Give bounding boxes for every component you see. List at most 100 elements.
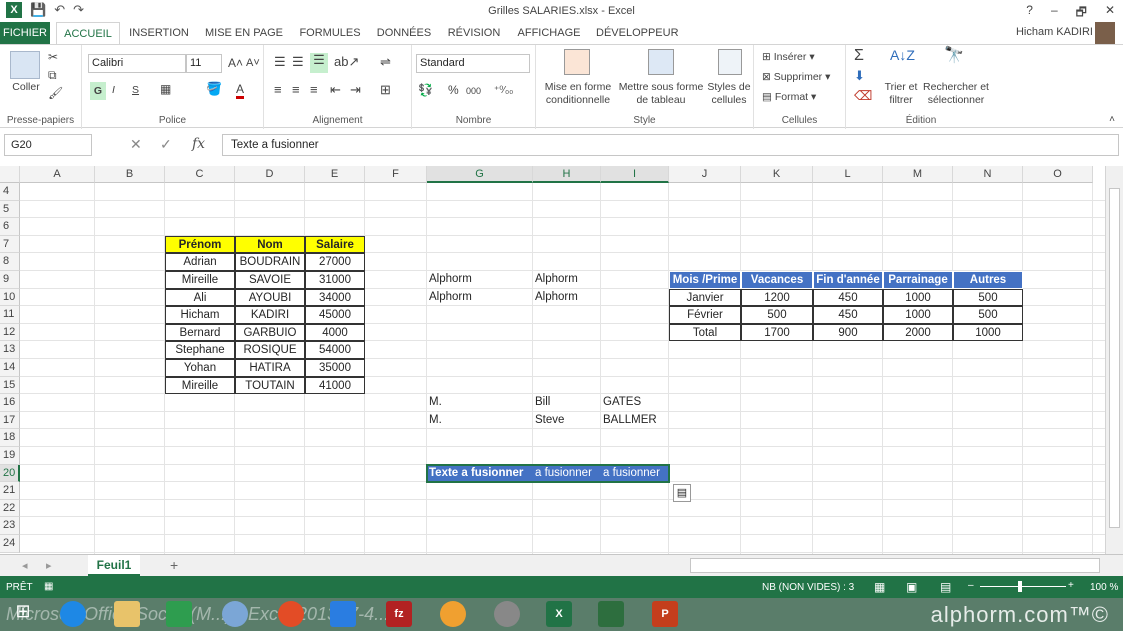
restore-button[interactable]: 🗗 [1076, 3, 1087, 24]
table2-cell[interactable]: 500 [953, 306, 1023, 324]
fill-icon[interactable]: ⬇ [854, 69, 865, 82]
table2-header[interactable]: Vacances [741, 271, 813, 289]
underline-button[interactable]: S [132, 84, 139, 97]
table2-cell[interactable]: 2000 [883, 323, 953, 342]
row-header-12[interactable]: 12 [0, 323, 20, 342]
table1-cell[interactable]: Bernard [165, 323, 235, 342]
add-sheet-button[interactable]: + [170, 557, 178, 573]
paste-button[interactable]: Coller [6, 81, 46, 94]
column-header-a[interactable]: A [20, 166, 95, 183]
table1-cell[interactable]: GARBUIO [235, 323, 305, 342]
table1-cell[interactable]: 34000 [305, 288, 365, 307]
zoom-in-icon[interactable]: + [1068, 580, 1074, 591]
column-header-j[interactable]: J [669, 166, 741, 183]
table1-header[interactable]: Prénom [165, 235, 235, 254]
conditional-format-icon[interactable] [564, 49, 590, 75]
row-header-20[interactable]: 20 [0, 464, 20, 483]
row-header-18[interactable]: 18 [0, 429, 20, 447]
zoom-slider[interactable] [980, 586, 1066, 587]
row-header-4[interactable]: 4 [0, 183, 20, 201]
decimals-icon[interactable]: ⁺⁰⁄₀₀ [494, 84, 513, 97]
merge-center-icon[interactable]: ⊞ [380, 83, 391, 96]
column-header-k[interactable]: K [741, 166, 813, 183]
cell-styles-icon[interactable] [718, 49, 742, 75]
format-table-icon[interactable] [648, 49, 674, 75]
table1-cell[interactable]: KADIRI [235, 306, 305, 324]
cut-icon[interactable]: ✂ [48, 51, 58, 64]
align-middle-icon[interactable]: ☰ [292, 55, 304, 68]
column-header-o[interactable]: O [1023, 166, 1093, 183]
row-header-6[interactable]: 6 [0, 218, 20, 236]
tab-revision[interactable]: RÉVISION [446, 22, 502, 44]
avatar[interactable] [1095, 22, 1115, 44]
cell-styles-button[interactable]: Styles de cellules [706, 81, 752, 107]
fill-color-icon[interactable]: 🪣 [206, 82, 222, 95]
zoom-out-icon[interactable]: – [968, 580, 974, 591]
powerpoint-icon[interactable]: P [652, 601, 678, 627]
name-box[interactable]: G20 [4, 134, 92, 156]
text-cell[interactable]: BALLMER [601, 412, 669, 430]
cancel-icon[interactable]: ✕ [130, 136, 142, 153]
row-header-5[interactable]: 5 [0, 200, 20, 219]
row-header-24[interactable]: 24 [0, 535, 20, 553]
percent-button[interactable]: % [448, 84, 459, 97]
page-break-icon[interactable]: ▤ [940, 580, 951, 594]
row-header-22[interactable]: 22 [0, 499, 20, 518]
app2-icon[interactable] [440, 601, 466, 627]
tab-affichage[interactable]: AFFICHAGE [514, 22, 584, 44]
table2-cell[interactable]: 900 [813, 323, 883, 342]
row-header-19[interactable]: 19 [0, 447, 20, 465]
column-header-b[interactable]: B [95, 166, 165, 183]
table1-cell[interactable]: 4000 [305, 323, 365, 342]
close-button[interactable]: ✕ [1105, 3, 1115, 24]
text-cell[interactable]: Alphorm [533, 289, 601, 307]
autosum-icon[interactable]: Σ [854, 48, 864, 64]
table1-cell[interactable]: 35000 [305, 359, 365, 377]
table1-cell[interactable]: Mireille [165, 376, 235, 395]
align-right-icon[interactable]: ≡ [310, 83, 318, 96]
table1-cell[interactable]: AYOUBI [235, 288, 305, 307]
table1-cell[interactable]: Adrian [165, 253, 235, 271]
font-color-icon[interactable]: A [236, 83, 245, 99]
tab-mise-en-page[interactable]: MISE EN PAGE [204, 22, 284, 44]
table2-header[interactable]: Fin d'année [813, 271, 883, 289]
format-button[interactable]: ▤ Format ▾ [762, 91, 816, 104]
tab-developpeur[interactable]: DÉVELOPPEUR [596, 22, 679, 44]
column-header-e[interactable]: E [305, 166, 365, 183]
table1-cell[interactable]: Hicham [165, 306, 235, 324]
table1-cell[interactable]: Ali [165, 288, 235, 307]
italic-button[interactable]: I [112, 84, 115, 97]
orientation-icon[interactable]: ab↗ [334, 55, 359, 68]
column-header-l[interactable]: L [813, 166, 883, 183]
table2-header[interactable]: Autres [953, 271, 1023, 289]
row-header-10[interactable]: 10 [0, 288, 20, 307]
borders-icon[interactable]: ▦ [160, 83, 171, 96]
table1-cell[interactable]: 45000 [305, 306, 365, 324]
row-header-11[interactable]: 11 [0, 306, 20, 324]
table1-header[interactable]: Salaire [305, 235, 365, 254]
chrome-icon[interactable] [278, 601, 304, 627]
paste-icon[interactable] [10, 51, 40, 79]
sort-filter-icon[interactable]: A↓Z [890, 48, 915, 62]
text-cell[interactable]: Alphorm [427, 271, 533, 289]
row-header-9[interactable]: 9 [0, 271, 20, 289]
currency-icon[interactable]: 💱 [418, 84, 433, 97]
table1-cell[interactable]: ROSIQUE [235, 341, 305, 359]
vertical-scrollbar[interactable] [1105, 166, 1123, 554]
conditional-format-button[interactable]: Mise en forme conditionnelle [540, 81, 616, 107]
excel-taskbar-icon[interactable]: X [546, 601, 572, 627]
page-layout-icon[interactable]: ▣ [906, 580, 917, 594]
user-name[interactable]: Hicham KADIRI [1016, 26, 1093, 38]
column-header-i[interactable]: I [601, 166, 669, 183]
row-header-23[interactable]: 23 [0, 517, 20, 535]
table2-cell[interactable]: Total [669, 323, 741, 342]
row-header-7[interactable]: 7 [0, 235, 20, 254]
delete-button[interactable]: ⊠ Supprimer ▾ [762, 71, 830, 84]
table1-cell[interactable]: Stephane [165, 341, 235, 359]
next-sheet-icon[interactable]: ▸ [46, 559, 52, 572]
align-bottom-icon[interactable]: ☰ [310, 53, 328, 73]
copy-icon[interactable]: ⧉ [48, 69, 57, 82]
row-header-8[interactable]: 8 [0, 253, 20, 271]
store-icon[interactable] [166, 601, 192, 627]
increase-indent-icon[interactable]: ⇥ [350, 83, 361, 96]
